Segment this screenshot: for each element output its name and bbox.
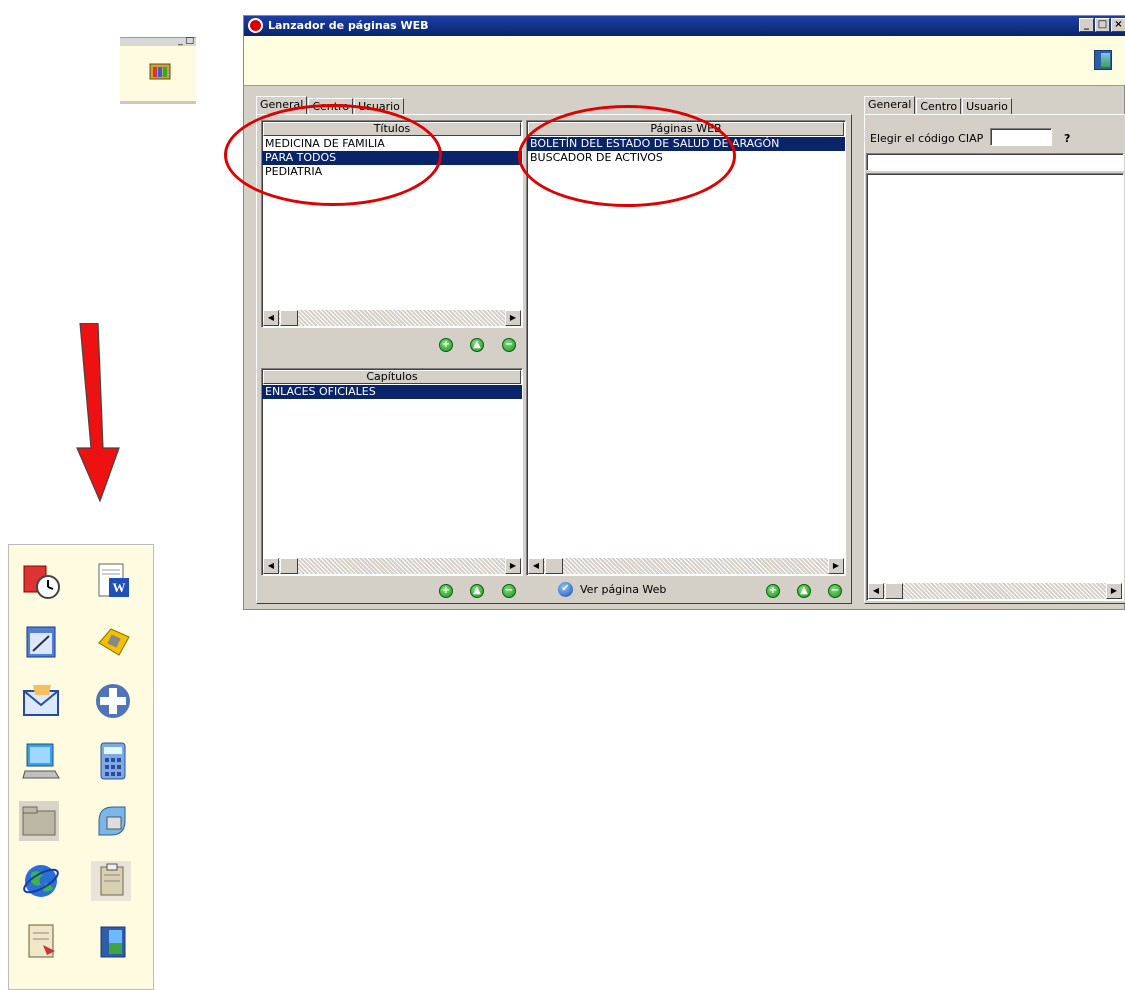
titulos-hscrollbar[interactable]: ◀ ▶ bbox=[263, 310, 521, 326]
tab-general[interactable]: General bbox=[864, 96, 916, 114]
notepad-icon[interactable] bbox=[21, 621, 61, 661]
add-pagina-button[interactable]: + bbox=[766, 584, 780, 598]
scroll-thumb[interactable] bbox=[545, 558, 563, 574]
scroll-right-arrow[interactable]: ▶ bbox=[505, 310, 521, 326]
tab-centro[interactable]: Centro bbox=[916, 98, 962, 114]
exit-door-icon[interactable] bbox=[93, 921, 133, 961]
medical-cross-icon[interactable] bbox=[93, 681, 133, 721]
title-bar: Lanzador de páginas WEB _ □ × bbox=[244, 16, 1125, 36]
app-icon bbox=[248, 18, 263, 33]
up-titulo-button[interactable]: ▲ bbox=[470, 338, 484, 352]
capitulos-hscrollbar[interactable]: ◀ ▶ bbox=[263, 558, 521, 574]
telephone-icon[interactable] bbox=[93, 621, 133, 661]
tab-usuario[interactable]: Usuario bbox=[962, 98, 1012, 114]
scroll-right-arrow[interactable]: ▶ bbox=[828, 558, 844, 574]
toolbar-snippet: _ □ bbox=[120, 36, 196, 104]
list-item[interactable]: ENLACES OFICIALES bbox=[262, 385, 522, 399]
computer-icon[interactable] bbox=[21, 741, 61, 781]
scroll-right-arrow[interactable]: ▶ bbox=[1106, 583, 1122, 599]
scroll-right-arrow[interactable]: ▶ bbox=[505, 558, 521, 574]
mail-icon[interactable] bbox=[21, 681, 61, 721]
ciap-description-field bbox=[866, 153, 1124, 171]
add-titulo-button[interactable]: + bbox=[439, 338, 453, 352]
exit-door-icon[interactable] bbox=[1094, 50, 1112, 70]
scroll-icon[interactable] bbox=[21, 921, 61, 961]
scroll-thumb[interactable] bbox=[280, 558, 298, 574]
calculator-icon[interactable] bbox=[93, 741, 133, 781]
ciap-label: Elegir el código CIAP bbox=[870, 132, 984, 145]
check-icon[interactable]: ✔ bbox=[558, 582, 573, 597]
web-launcher-window: Lanzador de páginas WEB _ □ × General Cen… bbox=[243, 15, 1125, 610]
ciap-help-button[interactable]: ? bbox=[1064, 132, 1070, 145]
ver-pagina-label: Ver página Web bbox=[580, 583, 667, 596]
close-button[interactable]: × bbox=[1111, 18, 1125, 32]
minimize-button[interactable]: _ bbox=[1079, 18, 1094, 32]
plug-icon[interactable] bbox=[93, 801, 133, 841]
main-toolbar: W bbox=[8, 544, 154, 990]
up-pagina-button[interactable]: ▲ bbox=[797, 584, 811, 598]
window-title: Lanzador de páginas WEB bbox=[268, 19, 429, 32]
ciap-results-list[interactable]: ◀ ▶ bbox=[866, 173, 1124, 601]
folder-icon[interactable] bbox=[19, 801, 59, 841]
annotation-arrow-down-icon bbox=[76, 323, 120, 503]
maximize-button[interactable]: □ bbox=[1095, 18, 1110, 32]
scroll-left-arrow[interactable]: ◀ bbox=[528, 558, 544, 574]
scroll-thumb[interactable] bbox=[280, 310, 298, 326]
svg-text:W: W bbox=[113, 580, 126, 595]
remove-capitulo-button[interactable]: − bbox=[502, 584, 516, 598]
web-launcher-icon[interactable] bbox=[148, 60, 174, 82]
capitulos-header[interactable]: Capítulos bbox=[263, 370, 521, 384]
remove-pagina-button[interactable]: − bbox=[828, 584, 842, 598]
word-document-icon[interactable]: W bbox=[93, 561, 133, 601]
up-capitulo-button[interactable]: ▲ bbox=[470, 584, 484, 598]
clipboard-icon[interactable] bbox=[91, 861, 131, 901]
ciap-code-input[interactable] bbox=[990, 128, 1052, 146]
annotation-ellipse-paginas bbox=[518, 105, 736, 207]
scroll-left-arrow[interactable]: ◀ bbox=[263, 310, 279, 326]
window-toolbar bbox=[244, 36, 1125, 86]
capitulos-list[interactable]: Capítulos ENLACES OFICIALES ◀ ▶ bbox=[261, 368, 523, 576]
globe-icon[interactable] bbox=[21, 861, 61, 901]
add-capitulo-button[interactable]: + bbox=[439, 584, 453, 598]
snippet-window-controls: _ □ bbox=[178, 36, 194, 46]
ciap-hscrollbar[interactable]: ◀ ▶ bbox=[868, 583, 1122, 599]
ver-pagina-web-button[interactable]: Ver página Web bbox=[580, 583, 666, 596]
calendar-clock-icon[interactable] bbox=[21, 561, 61, 601]
paginas-hscrollbar[interactable]: ◀ ▶ bbox=[528, 558, 844, 574]
remove-titulo-button[interactable]: − bbox=[502, 338, 516, 352]
scroll-left-arrow[interactable]: ◀ bbox=[868, 583, 884, 599]
annotation-ellipse-titulos bbox=[224, 104, 442, 206]
scroll-thumb[interactable] bbox=[885, 583, 903, 599]
scroll-left-arrow[interactable]: ◀ bbox=[263, 558, 279, 574]
